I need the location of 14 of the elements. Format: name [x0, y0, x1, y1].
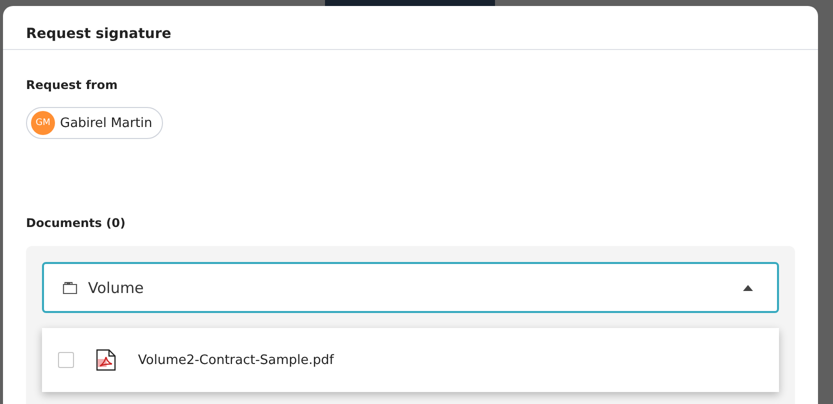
- pdf-file-icon: [96, 349, 116, 371]
- person-name: Gabirel Martin: [60, 116, 152, 130]
- checkbox[interactable]: [58, 352, 74, 368]
- select-value: Volume: [88, 278, 145, 296]
- folder-icon: [62, 280, 78, 296]
- person-chip[interactable]: GM Gabirel Martin: [26, 107, 164, 139]
- file-name: Volume2-Contract-Sample.pdf: [138, 352, 334, 368]
- file-option[interactable]: Volume2-Contract-Sample.pdf: [42, 328, 779, 392]
- caret-up-icon: [743, 284, 753, 290]
- folder-select[interactable]: Volume: [42, 262, 779, 313]
- dialog-title: Request signature: [26, 26, 172, 42]
- documents-label: Documents (0): [26, 216, 126, 230]
- request-from-label: Request from: [26, 78, 119, 92]
- avatar: GM: [31, 111, 55, 135]
